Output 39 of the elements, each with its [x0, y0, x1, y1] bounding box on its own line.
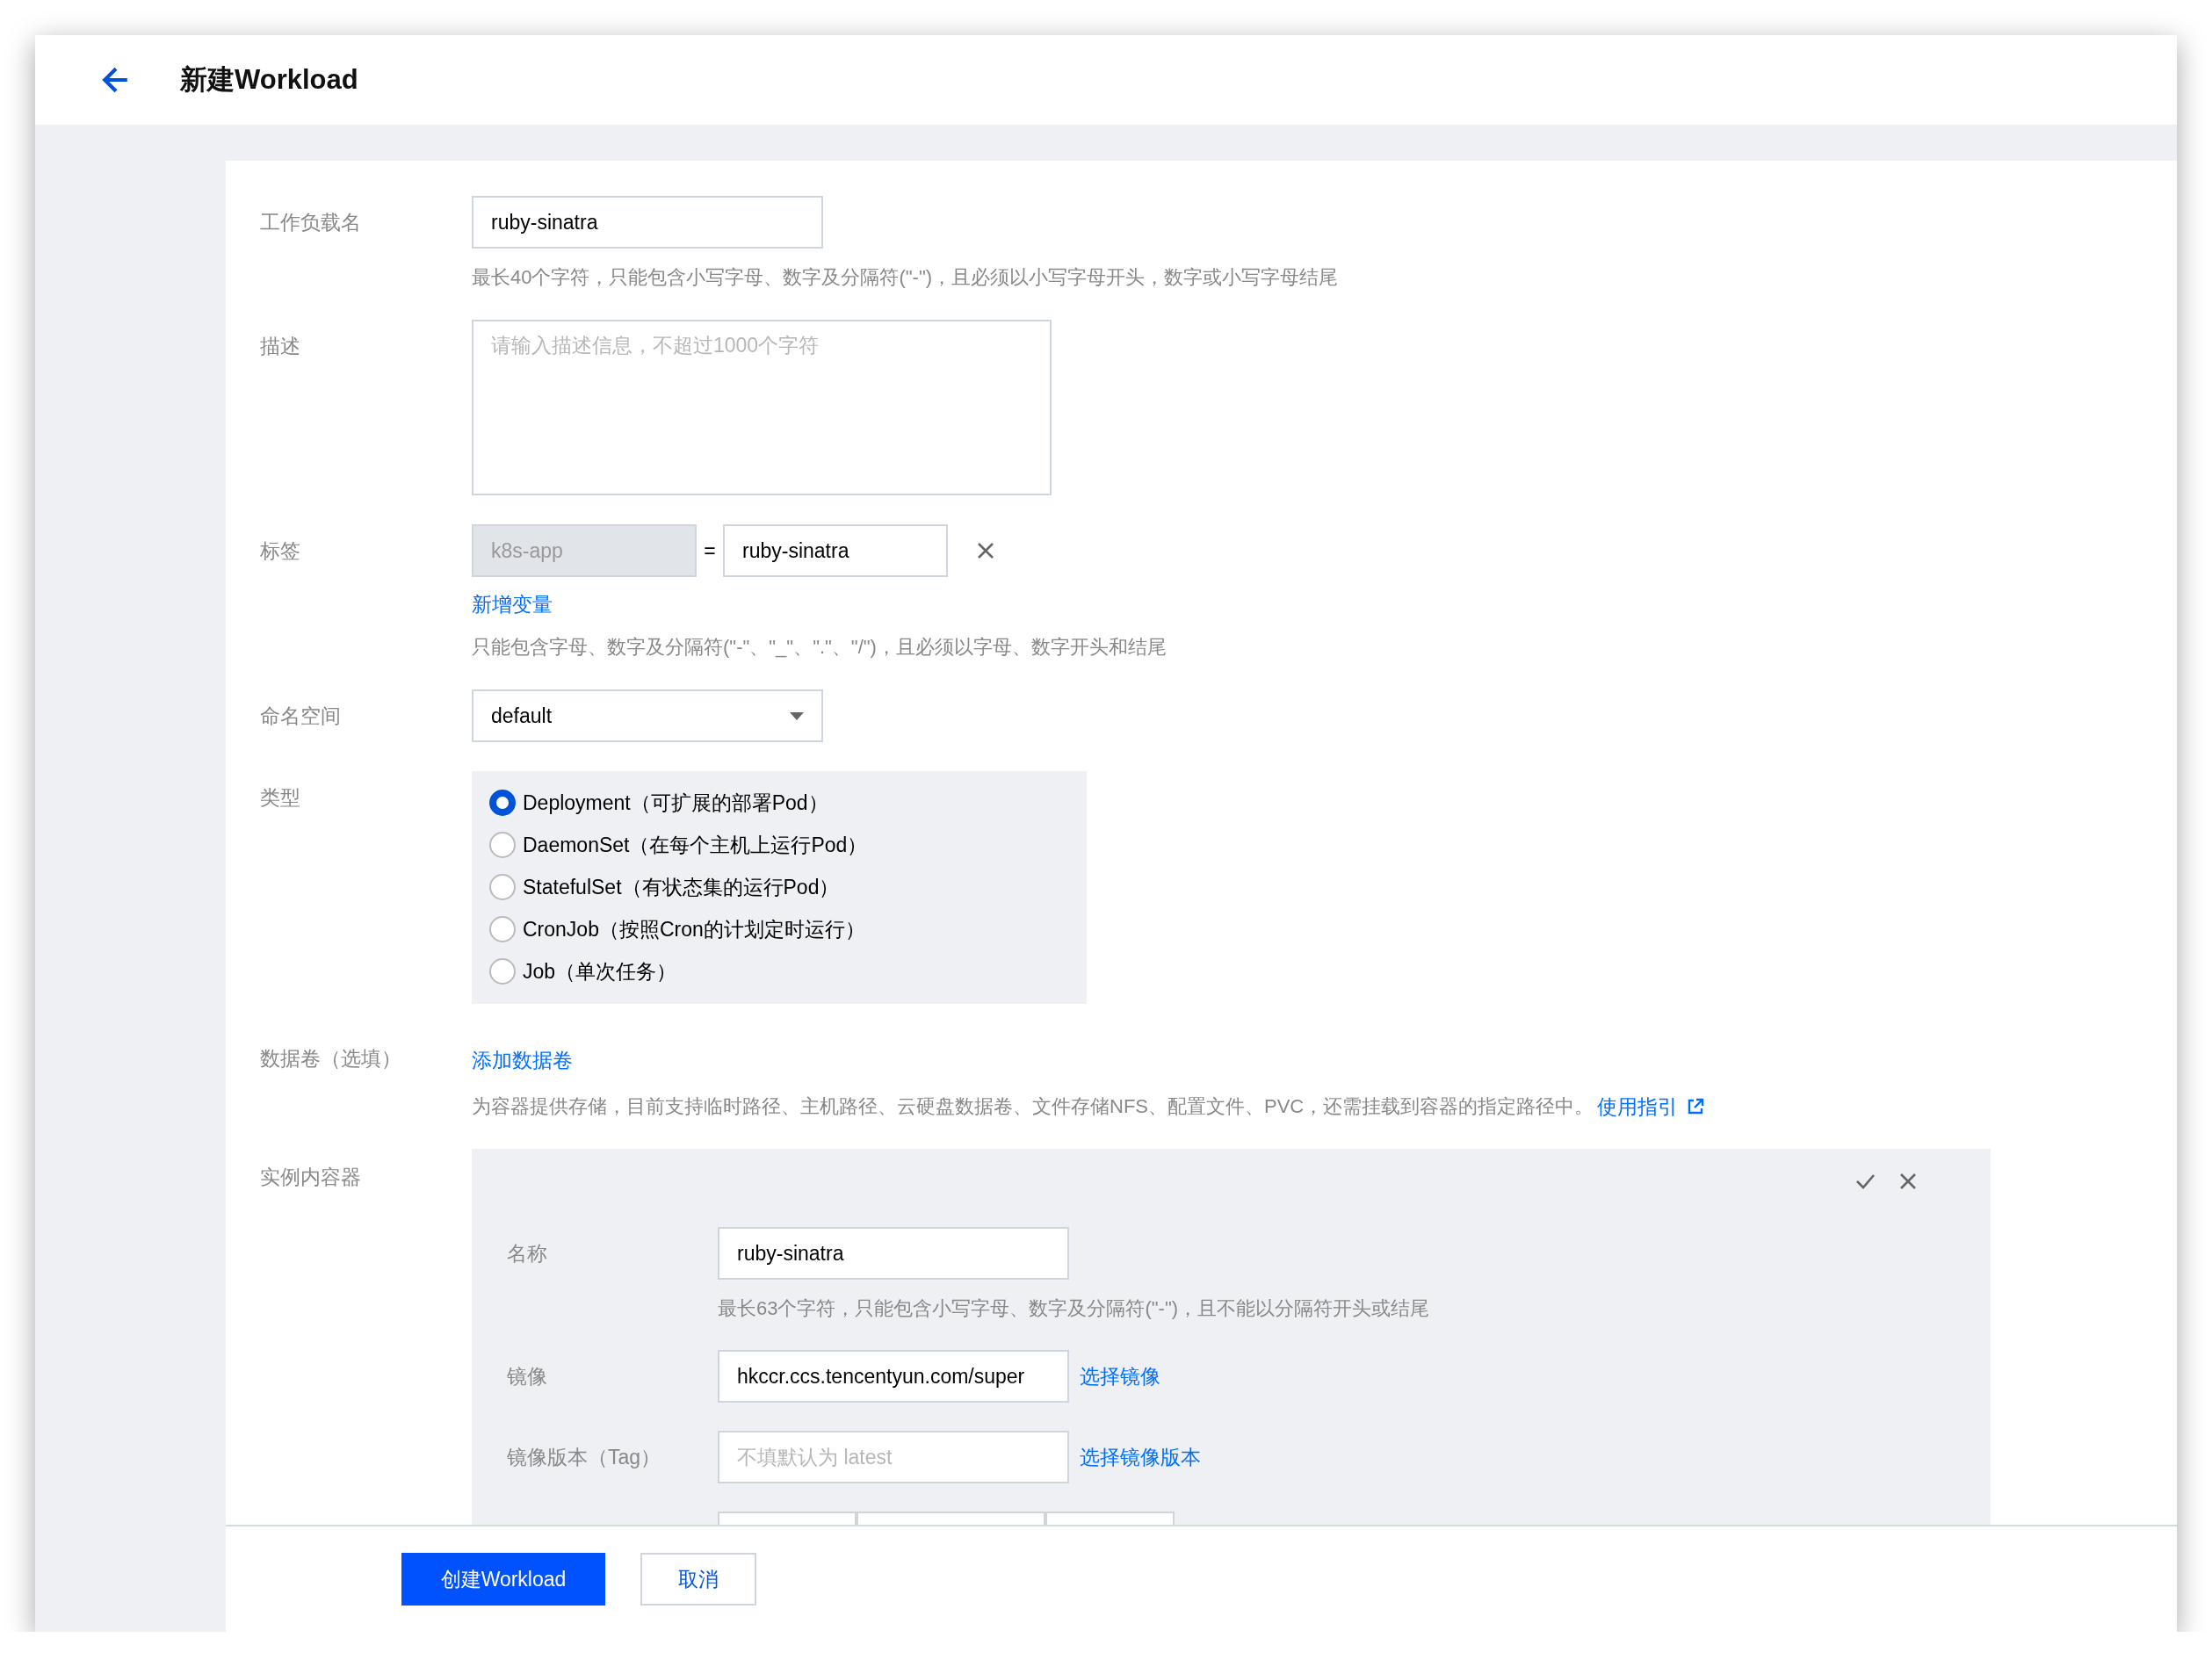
cancel-button[interactable]: 取消 — [640, 1553, 756, 1606]
field-label: 类型 — [260, 785, 301, 811]
field-label: 描述 — [260, 334, 301, 359]
select-image-link[interactable]: 选择镜像 — [1080, 1362, 1160, 1390]
close-icon[interactable] — [976, 541, 995, 560]
guide-link[interactable]: 使用指引 — [1597, 1093, 1679, 1120]
add-variable-link[interactable]: 新增变量 — [472, 591, 553, 618]
radio-option[interactable]: Job（单次任务） — [489, 950, 1069, 992]
external-link-icon[interactable] — [1687, 1098, 1705, 1115]
field-label: 镜像 — [507, 1364, 548, 1389]
description-field[interactable]: 请输入描述信息，不超过1000个字符 — [472, 320, 1052, 495]
radio-option[interactable]: CronJob（按照Cron的计划定时运行） — [489, 908, 1069, 950]
radio-option[interactable]: StatefulSet（有状态集的运行Pod） — [489, 866, 1069, 908]
add-volume-link[interactable]: 添加数据卷 — [472, 1047, 573, 1074]
input-field[interactable]: 不填默认为 latest — [718, 1431, 1069, 1483]
field-label: 工作负载名 — [260, 210, 362, 235]
field-label: 实例内容器 — [260, 1165, 362, 1190]
create-button[interactable]: 创建Workload — [401, 1553, 605, 1606]
input-field[interactable]: ruby-sinatra — [718, 1227, 1069, 1280]
equals-sign: = — [703, 538, 717, 563]
radio-option[interactable]: DaemonSet（在每个主机上运行Pod） — [489, 824, 1069, 866]
hint-text: 只能包含字母、数字及分隔符("-"、"_"、"."、"/")，且必须以字母、数字开头和结尾 — [472, 635, 1167, 660]
field-label: 命名空间 — [260, 704, 342, 729]
field-label: 数据卷（选填） — [260, 1046, 402, 1072]
hint-text: 最长63个字符，只能包含小写字母、数字及分隔符("-")，且不能以分隔符开头或结尾 — [718, 1296, 1430, 1321]
field-label: 标签 — [260, 538, 301, 564]
back-arrow-icon[interactable] — [102, 66, 130, 94]
radio-option[interactable]: Deployment（可扩展的部署Pod） — [489, 782, 1069, 824]
page-title: 新建Workload — [180, 63, 358, 97]
select-version-link[interactable]: 选择镜像版本 — [1080, 1443, 1201, 1471]
label-value-field[interactable]: ruby-sinatra — [723, 524, 948, 577]
input-field[interactable]: ruby-sinatra — [472, 196, 823, 249]
caret-icon — [790, 711, 804, 720]
hint-text: 为容器提供存储，目前支持临时路径、主机路径、云硬盘数据卷、文件存储NFS、配置文件、PVC，还需挂载到容器的指定路径中。 — [472, 1094, 1594, 1119]
field-label: 名称 — [507, 1241, 548, 1266]
input-field[interactable]: hkccr.ccs.tencentyun.com/super — [718, 1350, 1069, 1403]
field-label: 镜像版本（Tag） — [507, 1445, 662, 1470]
hint-text: 最长40个字符，只能包含小写字母、数字及分隔符("-")，且必须以小写字母开头，数字或小写字母结尾 — [472, 265, 1339, 290]
namespace-dropdown[interactable]: default — [472, 689, 823, 742]
